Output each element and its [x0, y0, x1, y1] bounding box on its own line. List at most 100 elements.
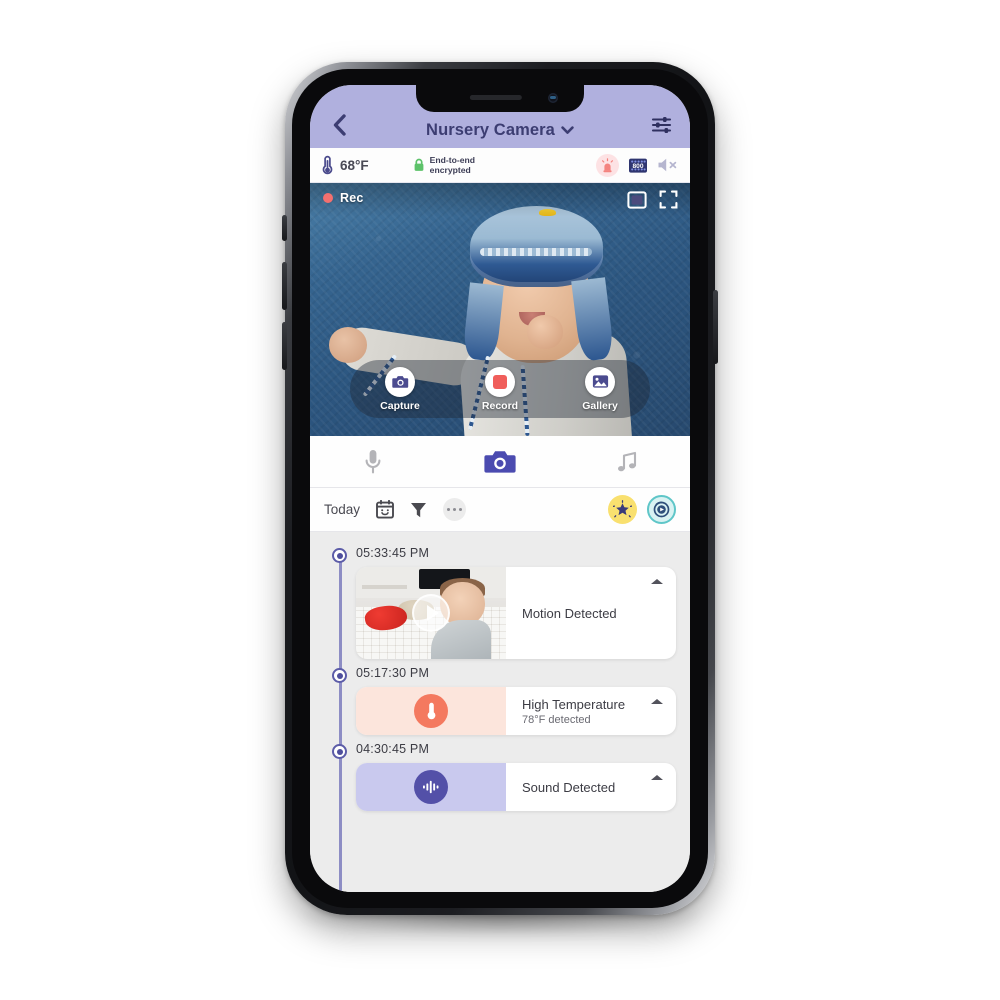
timeline-marker: [332, 744, 347, 759]
front-camera-icon: [548, 93, 558, 103]
event-media[interactable]: [356, 567, 506, 659]
play-icon[interactable]: [412, 594, 450, 632]
timeline-marker: [332, 548, 347, 563]
event-card-body: Sound Detected: [506, 763, 676, 811]
event-timeline[interactable]: 05:33:45 PM Motion Detected 05:17:30 PM …: [310, 532, 690, 892]
event-time: 05:33:45 PM: [356, 546, 430, 560]
event-time: 04:30:45 PM: [356, 742, 430, 756]
microphone-icon: [365, 449, 381, 473]
replay-icon: [653, 501, 670, 518]
phone-screen: Nursery Camera 68°F End-to-end encrypted…: [310, 85, 690, 892]
status-strip: 68°F End-to-end encrypted 800: [310, 148, 690, 183]
video-thumbnail[interactable]: [356, 567, 506, 659]
lullaby-badge-button[interactable]: [608, 495, 637, 524]
sparkle-star-icon: [613, 500, 632, 518]
replay-badge-button[interactable]: [647, 495, 676, 524]
recording-label: Rec: [340, 191, 364, 205]
event-subtitle: 78°F detected: [522, 713, 591, 726]
music-note-icon: [617, 451, 636, 471]
thermometer-icon: [427, 702, 435, 720]
image-icon: [592, 375, 608, 388]
encryption-status: End-to-end encrypted: [413, 155, 475, 175]
svg-text:800: 800: [632, 163, 643, 170]
earpiece-speaker: [469, 95, 522, 100]
event-media: [356, 687, 506, 735]
filter-bar-badges: [608, 495, 676, 524]
gallery-button[interactable]: Gallery: [561, 366, 639, 412]
chevron-up-icon[interactable]: [651, 579, 663, 584]
today-label[interactable]: Today: [324, 502, 360, 517]
ellipsis-icon: [447, 507, 451, 512]
siren-icon: [602, 157, 613, 172]
chevron-left-icon: [333, 114, 346, 136]
more-options-button[interactable]: [443, 498, 467, 521]
recording-indicator: Rec: [323, 191, 364, 205]
sound-wave-icon: [423, 780, 439, 794]
phone-notch: [416, 85, 584, 112]
video-action-bar: Capture Record Gallery: [350, 360, 650, 418]
lock-icon: [414, 158, 424, 171]
phone-volume-up-button[interactable]: [282, 262, 287, 310]
page-title: Nursery Camera: [426, 121, 555, 139]
temperature-status[interactable]: 68°F: [322, 155, 369, 175]
event-title: High Temperature: [522, 696, 626, 712]
screenshot-canvas: Nursery Camera 68°F End-to-end encrypted…: [0, 0, 1000, 1000]
event-card-body: High Temperature 78°F detected: [506, 687, 676, 735]
tab-music[interactable]: [563, 436, 690, 487]
alarm-button[interactable]: [596, 153, 619, 177]
capture-label: Capture: [380, 399, 420, 412]
timeline-entry[interactable]: 04:30:45 PM Sound Detected: [324, 742, 676, 811]
record-dot-icon: [323, 193, 333, 203]
event-card-sound[interactable]: Sound Detected: [356, 763, 676, 811]
event-card-motion[interactable]: Motion Detected: [356, 567, 676, 659]
ellipsis-icon: [458, 507, 462, 512]
settings-button[interactable]: [646, 110, 676, 140]
gallery-label: Gallery: [582, 399, 618, 412]
night-vision-icon[interactable]: 800: [628, 156, 648, 175]
record-label: Record: [481, 399, 519, 412]
event-time: 05:17:30 PM: [356, 666, 430, 680]
camera-selector[interactable]: Nursery Camera: [354, 121, 646, 140]
record-button-circle: [485, 366, 515, 397]
sliders-icon: [651, 117, 671, 133]
timeline-filter-bar: Today: [310, 488, 690, 532]
gallery-button-circle: [585, 366, 615, 397]
record-square-icon: [493, 374, 507, 389]
tab-camera[interactable]: [437, 436, 564, 487]
mode-tab-bar: [310, 436, 690, 488]
chevron-up-icon[interactable]: [651, 699, 663, 704]
fullscreen-icon[interactable]: [659, 190, 678, 209]
funnel-icon[interactable]: [410, 501, 427, 519]
video-view-controls: [627, 190, 678, 209]
encryption-line-2: encrypted: [429, 165, 471, 175]
phone-mute-switch[interactable]: [282, 215, 287, 241]
capture-button[interactable]: Capture: [361, 366, 439, 412]
back-button[interactable]: [324, 110, 354, 140]
phone-volume-down-button[interactable]: [282, 322, 287, 370]
timeline-entry[interactable]: 05:33:45 PM Motion Detected: [324, 546, 676, 659]
tab-microphone[interactable]: [310, 436, 437, 487]
event-title: Motion Detected: [522, 605, 617, 621]
calendar-icon[interactable]: [376, 500, 394, 519]
chevron-up-icon[interactable]: [651, 775, 663, 780]
encryption-label: End-to-end encrypted: [430, 155, 475, 175]
phone-power-button[interactable]: [713, 290, 718, 364]
picture-in-picture-icon[interactable]: [627, 190, 647, 209]
chevron-down-icon: [561, 126, 574, 134]
status-icon-group: 800: [596, 153, 678, 177]
speaker-muted-icon[interactable]: [657, 157, 678, 173]
encryption-line-1: End-to-end: [429, 154, 476, 165]
event-title: Sound Detected: [522, 779, 616, 795]
event-media: [356, 763, 506, 811]
event-card-temperature[interactable]: High Temperature 78°F detected: [356, 687, 676, 735]
temperature-badge: [414, 694, 448, 728]
ellipsis-icon: [452, 507, 457, 512]
camera-icon: [391, 376, 408, 388]
camera-icon: [484, 450, 516, 473]
live-video-view[interactable]: Rec Capture Record Gallery: [310, 183, 690, 436]
thermometer-icon: [322, 155, 333, 175]
capture-button-circle: [385, 366, 415, 397]
timeline-entry[interactable]: 05:17:30 PM High Temperature 78°F detect…: [324, 666, 676, 735]
timeline-marker: [332, 668, 347, 683]
record-button[interactable]: Record: [461, 366, 539, 412]
